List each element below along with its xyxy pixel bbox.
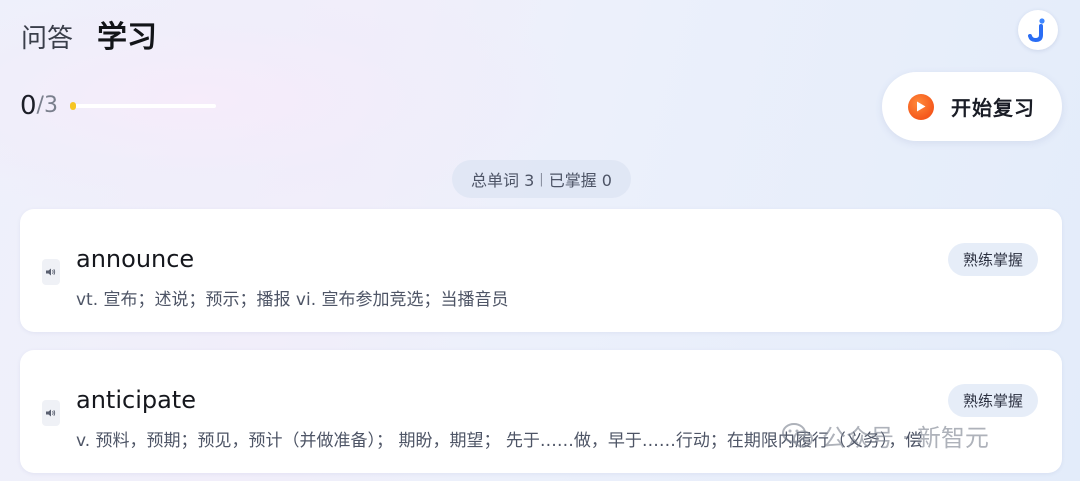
j-logo-icon [1028,18,1045,43]
watermark-text: 公众号 · 新智元 [822,424,989,452]
app-logo[interactable] [1018,10,1058,50]
play-icon [908,93,934,120]
summary-separator: | [539,171,544,187]
tab-qa[interactable]: 问答 [21,18,73,55]
word-card: announce vt. 宣布；述说；预示；播报 vi. 宣布参加竞选；当播音员… [20,209,1062,332]
watermark: 公众号 · 新智元 [782,418,989,453]
progress-bar-fill [69,102,76,110]
mark-mastered-button[interactable]: 熟练掌握 [948,243,1038,276]
word-summary-badge: 总单词 3 | 已掌握 0 [452,160,631,198]
word-card: anticipate v. 预料，预期；预见，预计（并做准备）； 期盼，期望； … [20,350,1062,473]
start-review-button[interactable]: 开始复习 [882,72,1062,141]
word-title: announce [76,245,195,273]
tab-learn[interactable]: 学习 [97,12,157,56]
top-tabs: 问答 学习 [21,12,157,56]
progress-total: /3 [36,93,58,118]
word-title: anticipate [76,386,196,414]
progress-indicator: 0 /3 [20,88,216,124]
progress-bar [69,102,216,110]
speaker-icon[interactable] [42,400,60,426]
word-definition: vt. 宣布；述说；预示；播报 vi. 宣布参加竞选；当播音员 [76,290,509,310]
start-review-label: 开始复习 [951,96,1035,120]
wechat-icon [782,421,814,451]
speaker-icon[interactable] [42,259,60,285]
mark-mastered-button[interactable]: 熟练掌握 [948,384,1038,417]
progress-current: 0 [20,91,37,121]
mastered-words-label: 已掌握 0 [548,171,612,190]
total-words-label: 总单词 3 [471,171,535,190]
